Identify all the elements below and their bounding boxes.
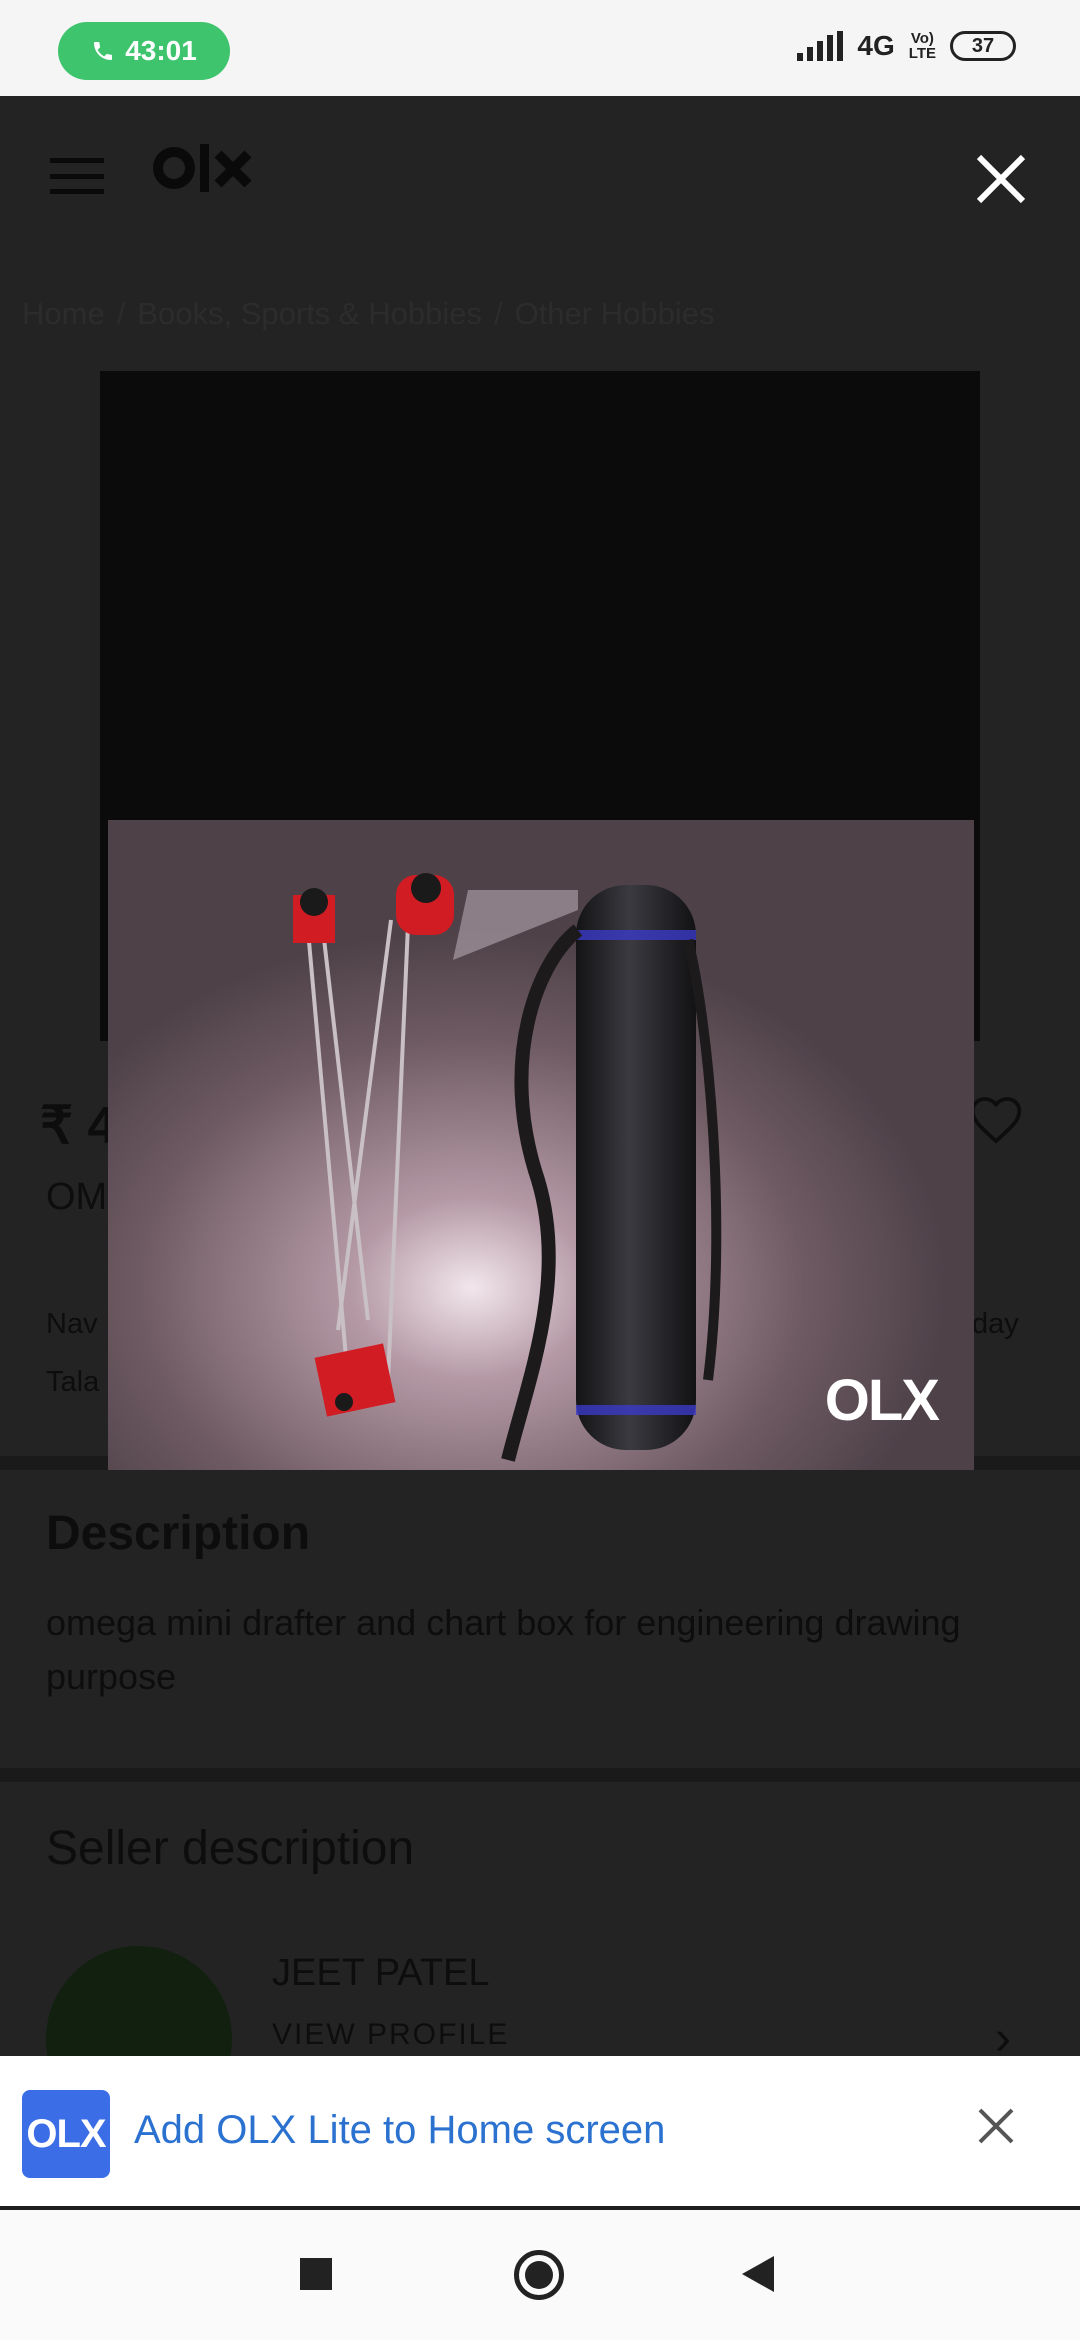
breadcrumb-subcategory[interactable]: Other Hobbies	[515, 296, 715, 331]
view-profile-link[interactable]: VIEW PROFILE	[272, 2018, 509, 2052]
seller-heading: Seller description	[46, 1822, 415, 1875]
phone-icon	[94, 42, 113, 60]
recents-icon[interactable]	[300, 2258, 332, 2290]
description-heading: Description	[46, 1507, 311, 1560]
section-divider	[0, 1768, 1080, 1782]
network-type: 4G	[857, 30, 895, 61]
close-icon[interactable]	[976, 2096, 1016, 2156]
status-bar: 43:01 4G Vo) LTE 37	[0, 0, 1080, 96]
signal-icon	[797, 31, 844, 61]
image-viewer[interactable]: OLX	[108, 820, 974, 1470]
seller-name[interactable]: JEET PATEL	[272, 1952, 490, 1995]
add-to-home-banner[interactable]: OLX Add OLX Lite to Home screen	[0, 2056, 1080, 2206]
breadcrumb-home[interactable]: Home	[22, 296, 105, 331]
price: ₹ 4	[40, 1097, 117, 1155]
menu-icon[interactable]	[50, 158, 104, 194]
breadcrumb: Home / Books, Sports & Hobbies / Other Hobbi…	[22, 296, 715, 331]
system-nav-bar	[0, 2210, 1080, 2340]
battery-level: 37	[971, 34, 995, 57]
olx-watermark: OLX	[824, 1368, 940, 1433]
listing-title: OM	[46, 1176, 108, 1218]
olx-logo[interactable]	[152, 138, 262, 213]
breadcrumb-category[interactable]: Books, Sports & Hobbies	[137, 296, 482, 331]
location-line-1: Nav	[46, 1308, 98, 1340]
volte-bottom: LTE	[908, 45, 936, 62]
add-to-home-text[interactable]: Add OLX Lite to Home screen	[134, 2108, 665, 2153]
location-line-2: Tala	[46, 1366, 100, 1398]
heart-icon[interactable]	[966, 1092, 1026, 1148]
ongoing-call-pill[interactable]: 43:01	[58, 22, 230, 80]
posted-date: day	[972, 1308, 1019, 1340]
description-text: omega mini drafter and chart box for eng…	[46, 1602, 961, 1697]
volte-top: Vo)	[910, 30, 934, 47]
home-icon[interactable]	[514, 2250, 564, 2300]
back-icon[interactable]	[742, 2256, 774, 2292]
battery-icon: 37	[950, 31, 1016, 61]
olx-logo-mark	[153, 144, 252, 192]
volte-icon: Vo) LTE	[909, 31, 936, 61]
page-header	[0, 96, 1080, 266]
olx-lite-app-icon: OLX	[22, 2090, 110, 2178]
status-indicators: 4G Vo) LTE 37	[797, 30, 1016, 62]
close-icon[interactable]	[970, 150, 1032, 212]
call-timer: 43:01	[125, 35, 197, 66]
